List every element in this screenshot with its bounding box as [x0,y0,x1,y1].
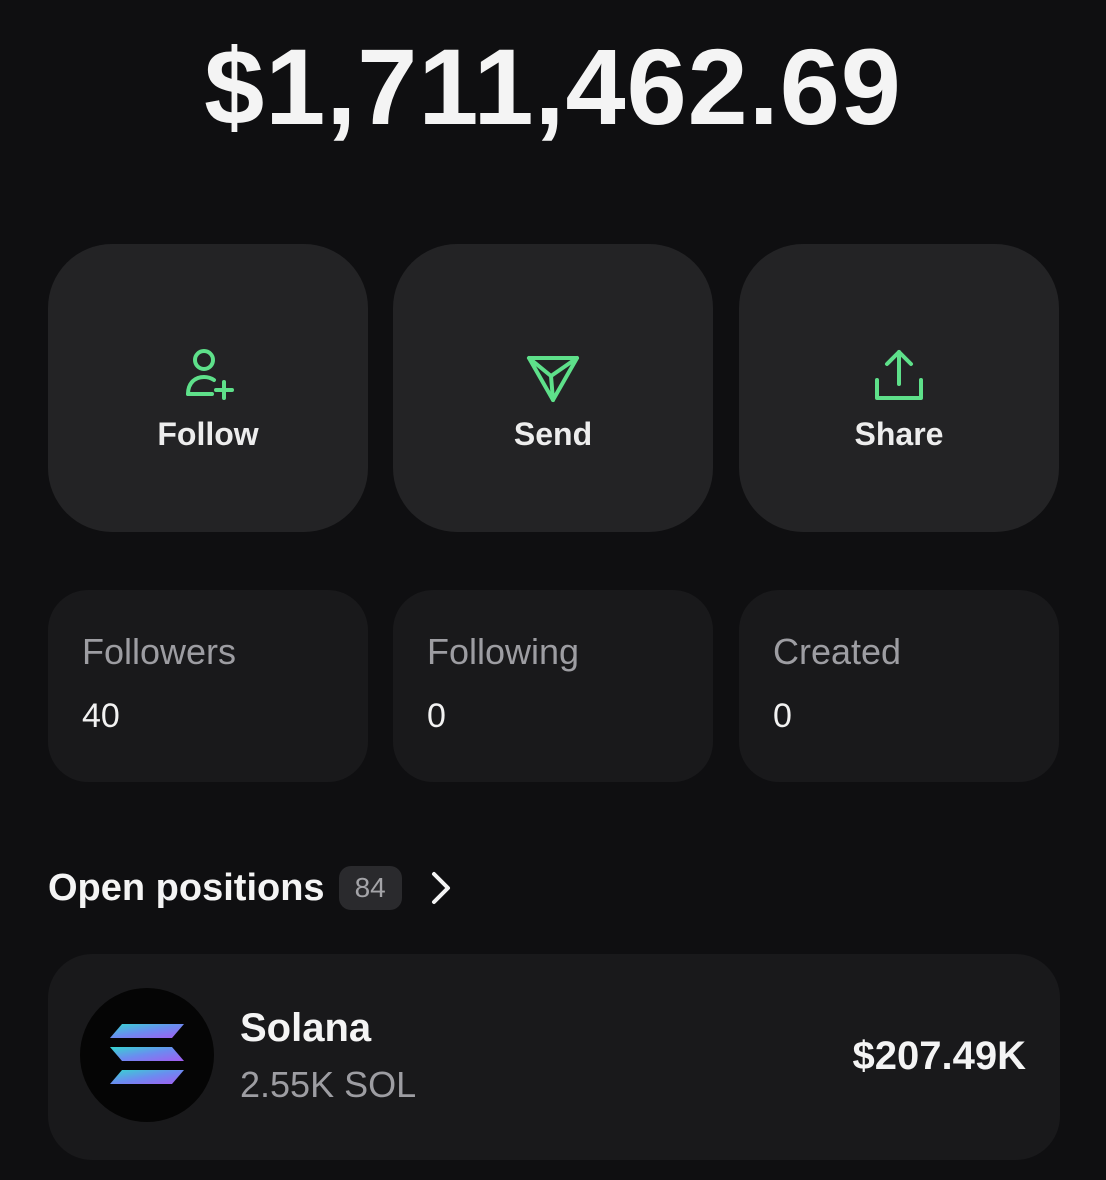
open-positions-header[interactable]: Open positions 84 [48,858,456,918]
portfolio-balance: $1,711,462.69 [204,26,902,147]
created-count: 0 [773,697,792,735]
token-name: Solana [240,1006,372,1050]
open-positions-count-badge: 84 [338,866,402,910]
followers-label: Followers [82,631,237,672]
followers-count: 40 [82,697,120,735]
followers-stat[interactable]: Followers 40 [48,590,368,782]
send-icon [521,344,585,408]
solana-logo-icon [80,988,214,1122]
open-positions-title: Open positions [48,866,325,909]
following-count: 0 [427,697,446,735]
share-button-label: Share [854,415,944,452]
share-icon [867,344,931,408]
following-stat[interactable]: Following 0 [393,590,713,782]
position-row-solana[interactable]: Solana 2.55K SOL $207.49K [48,954,1060,1160]
following-label: Following [427,631,580,672]
created-stat[interactable]: Created 0 [739,590,1059,782]
created-label: Created [773,631,902,672]
share-button[interactable]: Share [739,244,1059,532]
chevron-right-icon[interactable] [402,868,456,908]
token-value: $207.49K [852,1034,1026,1078]
send-button-label: Send [513,415,593,452]
follow-button[interactable]: Follow [48,244,368,532]
token-amount: 2.55K SOL [240,1064,417,1105]
follow-button-label: Follow [157,415,259,452]
send-button[interactable]: Send [393,244,713,532]
user-plus-icon [176,344,240,408]
